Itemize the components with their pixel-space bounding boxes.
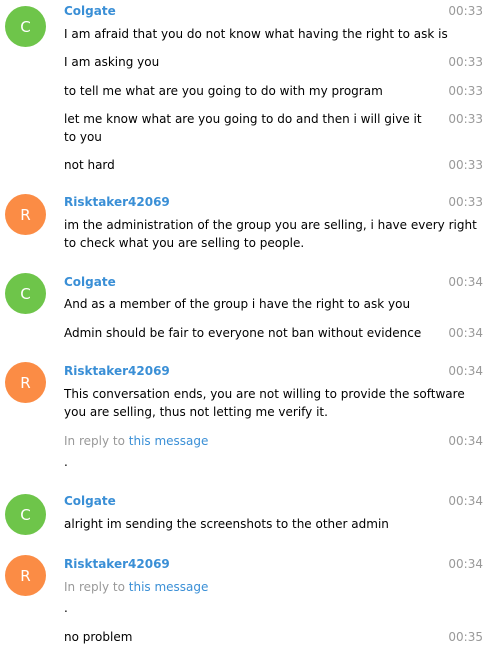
avatar[interactable]: C: [5, 273, 46, 314]
message-text: no problem: [64, 630, 133, 644]
message-text: .: [64, 455, 68, 469]
message-time: 00:34: [448, 434, 483, 448]
message-time: 00:33: [448, 112, 483, 126]
sender-name[interactable]: Risktaker42069: [64, 363, 170, 379]
message-text: to tell me what are you going to do with…: [64, 84, 383, 98]
message-time: 00:33: [448, 158, 483, 172]
message-time: 00:33: [448, 4, 483, 18]
message-time: 00:34: [448, 557, 483, 571]
message-time: 00:34: [448, 494, 483, 508]
reply-prefix: In reply to: [64, 434, 125, 448]
avatar[interactable]: R: [5, 362, 46, 403]
message-text: And as a member of the group i have the …: [64, 297, 411, 311]
reply-reference: In reply to this message: [64, 578, 480, 596]
message-text: let me know what are you going to do and…: [64, 112, 422, 144]
message-time: 00:34: [448, 364, 483, 378]
message-text: Admin should be fair to everyone not ban…: [64, 326, 422, 340]
message-time: 00:34: [448, 275, 483, 289]
sender-name[interactable]: Colgate: [64, 3, 116, 19]
message-text: .: [64, 601, 68, 615]
message-text: not hard: [64, 158, 115, 172]
reply-prefix: In reply to: [64, 580, 125, 594]
message-text: I am asking you: [64, 55, 160, 69]
sender-name[interactable]: Colgate: [64, 493, 116, 509]
message-text: This conversation ends, you are not will…: [64, 387, 465, 419]
avatar[interactable]: C: [5, 494, 46, 535]
sender-name[interactable]: Colgate: [64, 274, 116, 290]
avatar[interactable]: R: [5, 555, 46, 596]
message-time: 00:34: [448, 326, 483, 340]
avatar[interactable]: C: [5, 6, 46, 47]
message-time: 00:35: [448, 630, 483, 644]
message-text: I am afraid that you do not know what ha…: [64, 27, 448, 41]
message-text: alright im sending the screenshots to th…: [64, 517, 389, 531]
avatar[interactable]: R: [5, 194, 46, 235]
sender-name[interactable]: Risktaker42069: [64, 556, 170, 572]
message-time: 00:33: [448, 55, 483, 69]
reply-link[interactable]: this message: [129, 434, 209, 448]
message-time: 00:33: [448, 84, 483, 98]
reply-reference: In reply to this message: [64, 432, 480, 450]
message-time: 00:33: [448, 195, 483, 209]
message-text: im the administration of the group you a…: [64, 218, 477, 250]
sender-name[interactable]: Risktaker42069: [64, 194, 170, 210]
reply-link[interactable]: this message: [129, 580, 209, 594]
